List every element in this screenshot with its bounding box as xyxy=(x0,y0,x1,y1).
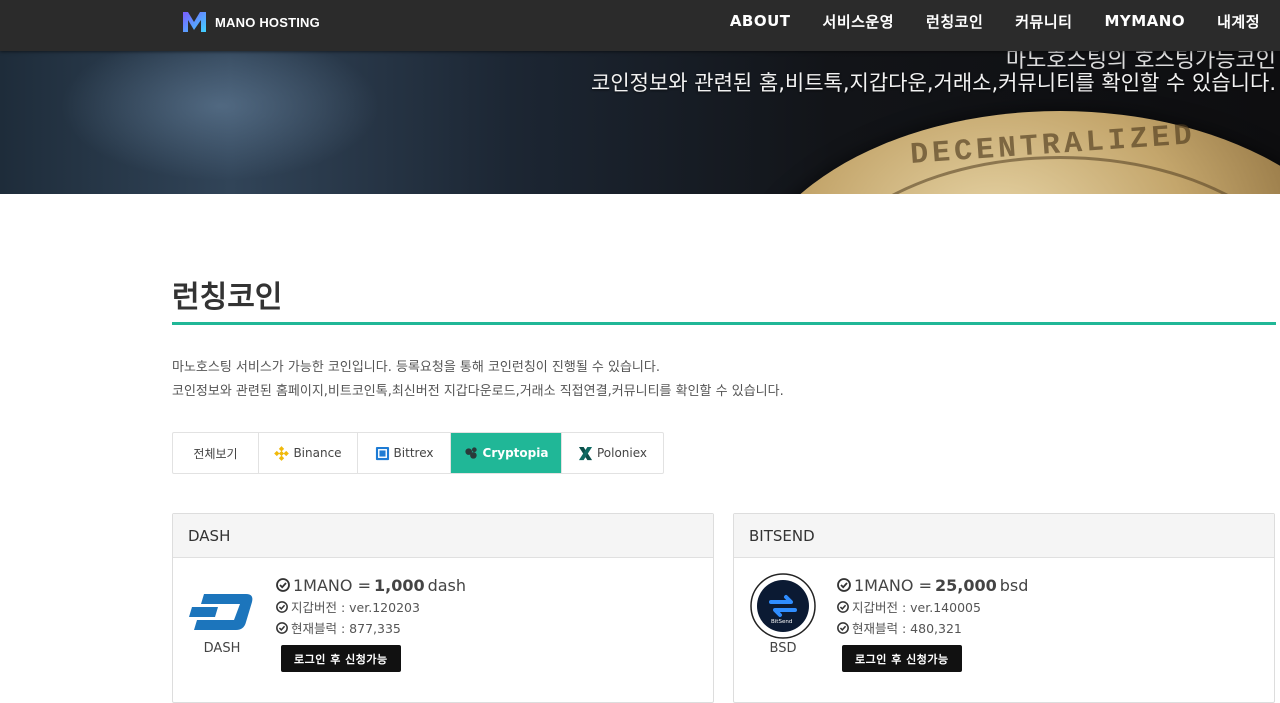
nav-about[interactable]: ABOUT xyxy=(730,12,791,30)
hero-banner: DECENTRALIZED 마노호스팅의 호스팅가능코인 코인정보와 관련된 홈… xyxy=(0,51,1280,194)
coin-card-bitsend: BITSEND BitSend BSD 1MANO = 25,000 bsd 지… xyxy=(733,513,1275,703)
binance-icon xyxy=(274,445,290,461)
page-title: 런칭코인 xyxy=(172,280,283,315)
tab-label: 전체보기 xyxy=(193,446,238,461)
description-line-1: 마노호스팅 서비스가 가능한 코인입니다. 등록요청을 통해 코인런칭이 진행될… xyxy=(172,360,660,375)
top-navbar: MANO HOSTING ABOUT 서비스운영 런칭코인 커뮤니티 MYMAN… xyxy=(0,0,1280,51)
login-to-apply-button[interactable]: 로그인 후 신청가능 xyxy=(281,645,401,672)
nav-my-account[interactable]: 내계정 xyxy=(1217,11,1260,32)
check-circle-icon xyxy=(837,578,851,592)
coin-symbol: DASH xyxy=(203,641,241,656)
nav-mymano[interactable]: MYMANO xyxy=(1104,12,1185,30)
check-circle-icon xyxy=(276,578,290,592)
mano-logo-icon xyxy=(183,12,206,32)
wallet-version: 지갑버전 : ver.140005 xyxy=(837,596,1028,617)
main-nav: ABOUT 서비스운영 런칭코인 커뮤니티 MYMANO 내계정 xyxy=(698,0,1260,42)
current-block: 현재블럭 : 480,321 xyxy=(837,617,1028,638)
check-circle-icon xyxy=(837,600,849,613)
exchange-rate: 1MANO = 25,000 bsd xyxy=(837,574,1028,596)
bitsend-logo-icon: BitSend xyxy=(750,573,816,639)
tab-label: Cryptopia xyxy=(482,446,549,460)
tab-all[interactable]: 전체보기 xyxy=(173,433,259,473)
tab-label: Bittrex xyxy=(393,446,434,460)
wallet-version: 지갑버전 : ver.120203 xyxy=(276,596,466,617)
bitcoin-coin-image: DECENTRALIZED xyxy=(740,111,1280,194)
current-block-text: 현재블럭 : 480,321 xyxy=(852,621,962,636)
check-circle-icon xyxy=(276,600,288,613)
rate-prefix: 1MANO = xyxy=(293,575,371,595)
current-block-text: 현재블럭 : 877,335 xyxy=(291,621,401,636)
hero-subtitle: 코인정보와 관련된 홈,비트톡,지갑다운,거래소,커뮤니티를 확인할 수 있습니… xyxy=(591,71,1276,95)
cryptopia-icon xyxy=(464,446,479,461)
poloniex-icon xyxy=(578,446,593,461)
dash-logo-icon xyxy=(189,594,253,630)
coin-symbol: BSD xyxy=(769,641,797,656)
rate-unit: bsd xyxy=(999,575,1029,595)
tab-label: Binance xyxy=(293,446,342,460)
brand-logo[interactable]: MANO HOSTING xyxy=(182,11,320,33)
tab-poloniex[interactable]: Poloniex xyxy=(562,433,663,473)
coin-info: 1MANO = 1,000 dash 지갑버전 : ver.120203 현재블… xyxy=(276,574,466,638)
rate-value: 1,000 xyxy=(373,575,425,595)
check-circle-icon xyxy=(837,621,849,634)
check-circle-icon xyxy=(276,621,288,634)
card-header: DASH xyxy=(173,514,713,558)
exchange-rate: 1MANO = 1,000 dash xyxy=(276,574,466,596)
current-block: 현재블럭 : 877,335 xyxy=(276,617,466,638)
rate-unit: dash xyxy=(427,575,467,595)
login-to-apply-button[interactable]: 로그인 후 신청가능 xyxy=(842,645,962,672)
nav-community[interactable]: 커뮤니티 xyxy=(1015,11,1072,32)
tab-bittrex[interactable]: Bittrex xyxy=(358,433,451,473)
exchange-filter-tabs: 전체보기 Binance Bittrex Cryptopia Poloniex xyxy=(172,432,664,474)
title-divider xyxy=(172,322,1276,325)
tab-label: Poloniex xyxy=(596,446,648,460)
tab-cryptopia[interactable]: Cryptopia xyxy=(451,433,562,473)
hero-glow xyxy=(60,51,380,181)
nav-launching-coin[interactable]: 런칭코인 xyxy=(926,11,983,32)
description-line-2: 코인정보와 관련된 홈페이지,비트코인톡,최신버전 지갑다운로드,거래소 직접연… xyxy=(172,384,784,399)
rate-prefix: 1MANO = xyxy=(854,575,932,595)
page-description: 마노호스팅 서비스가 가능한 코인입니다. 등록요청을 통해 코인런칭이 진행될… xyxy=(172,356,784,404)
rate-value: 25,000 xyxy=(934,575,997,595)
nav-service[interactable]: 서비스운영 xyxy=(823,11,895,32)
coin-info: 1MANO = 25,000 bsd 지갑버전 : ver.140005 현재블… xyxy=(837,574,1028,638)
coin-card-dash: DASH DASH 1MANO = 1,000 dash 지갑버전 : ver.… xyxy=(172,513,714,703)
tab-binance[interactable]: Binance xyxy=(259,433,358,473)
bittrex-icon xyxy=(375,446,390,461)
bitsend-logo-text: BitSend xyxy=(771,619,792,625)
wallet-version-text: 지갑버전 : ver.120203 xyxy=(291,600,420,615)
card-header: BITSEND xyxy=(734,514,1274,558)
wallet-version-text: 지갑버전 : ver.140005 xyxy=(852,600,981,615)
brand-name: MANO HOSTING xyxy=(215,14,320,30)
